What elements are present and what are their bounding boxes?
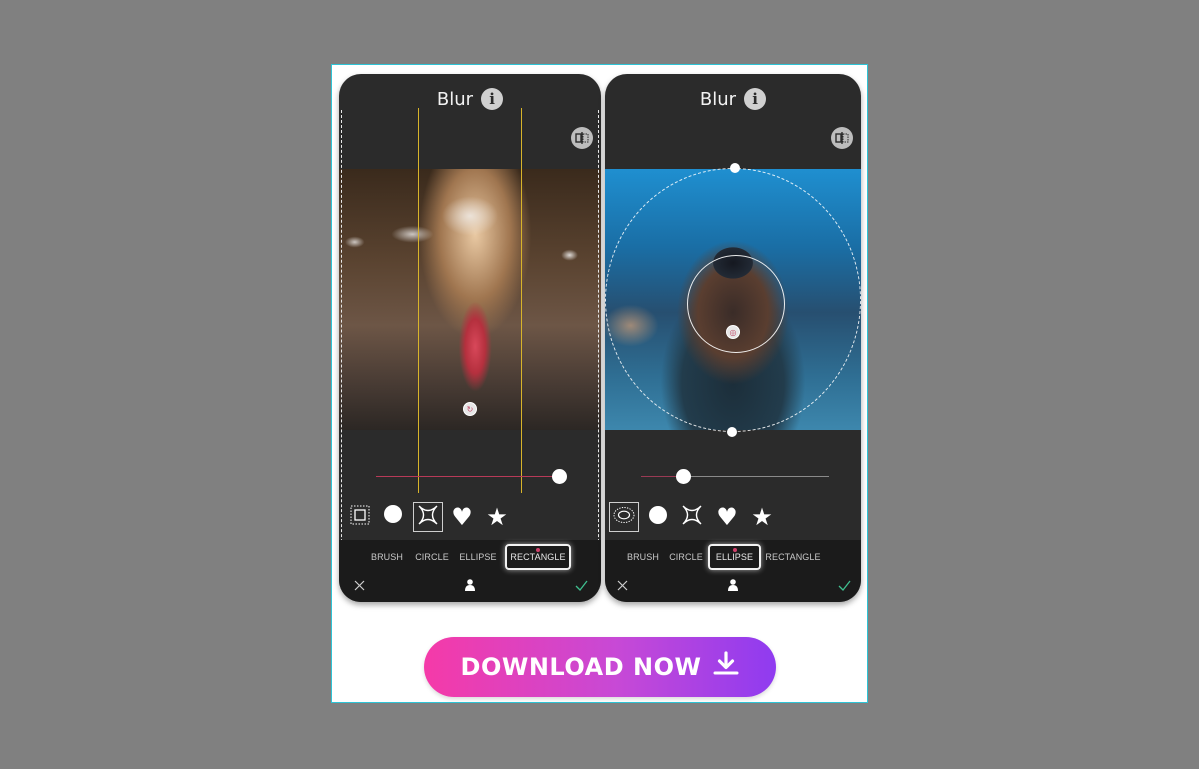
sparkle-icon <box>417 504 439 530</box>
sparkle-shape[interactable] <box>413 502 443 532</box>
heart-icon: ♥ <box>716 503 738 531</box>
action-row <box>339 574 601 596</box>
tab-label: ELLIPSE <box>459 552 497 562</box>
person-icon[interactable] <box>725 574 741 596</box>
active-tab-dot <box>732 548 737 552</box>
tab-ellipse[interactable]: ELLIPSE <box>457 544 499 570</box>
tab-brush[interactable]: BRUSH <box>623 544 663 570</box>
download-icon <box>713 651 739 683</box>
ellipse-bottom-handle[interactable] <box>727 427 737 437</box>
screen-title: Blur <box>436 88 474 110</box>
blur-mode-tabs: BRUSH CIRCLE ELLIPSE RECTANGLE <box>339 544 601 570</box>
info-icon[interactable]: i <box>481 88 504 110</box>
blur-strength-track[interactable] <box>376 476 559 477</box>
active-tab-dot <box>536 548 540 552</box>
star-shape[interactable]: ★ <box>482 502 512 532</box>
tab-label: ELLIPSE <box>715 552 754 562</box>
close-icon[interactable] <box>351 574 367 596</box>
blur-strength-track-filled[interactable] <box>641 476 681 477</box>
action-row <box>605 574 861 596</box>
person-icon[interactable] <box>462 574 478 596</box>
photo-dancer: ↻ <box>339 169 601 430</box>
download-now-button[interactable]: DOWNLOAD NOW <box>424 637 776 697</box>
checkmark-icon[interactable] <box>573 574 589 596</box>
download-button-label: DOWNLOAD NOW <box>460 653 702 681</box>
close-icon[interactable] <box>614 574 630 596</box>
promo-card: Blur i ↻ ♥ ★ BRUSH CIRCLE ELLIPSE RECTAN… <box>331 64 868 703</box>
circle-icon <box>383 504 403 530</box>
tab-label: CIRCLE <box>415 552 449 562</box>
tab-circle[interactable]: CIRCLE <box>413 544 451 570</box>
tab-label: BRUSH <box>626 552 659 562</box>
focus-band-right-guide[interactable] <box>521 108 522 493</box>
dotted-ellipse-icon <box>613 506 635 528</box>
tab-label: CIRCLE <box>669 552 703 562</box>
bottom-toolbar: BRUSH CIRCLE ELLIPSE RECTANGLE <box>605 540 861 602</box>
rotate-handle[interactable]: ↻ <box>463 402 477 416</box>
brush-shape[interactable] <box>345 502 375 532</box>
tab-rectangle[interactable]: RECTANGLE <box>505 544 571 570</box>
focus-band-left-guide[interactable] <box>418 108 419 493</box>
shape-picker: ♥ ★ <box>339 502 601 536</box>
blur-strength-knob[interactable] <box>676 469 691 484</box>
phone-screen-ellipse-blur: Blur i ◎ ♥ ★ BRUSH CIRCLE ELLIPSE RECTAN… <box>605 74 861 602</box>
circle-icon <box>648 505 668 529</box>
circle-shape[interactable] <box>378 502 408 532</box>
ellipse-shape[interactable] <box>609 502 639 532</box>
sparkle-shape[interactable] <box>677 502 707 532</box>
sparkle-icon <box>681 504 703 530</box>
tab-label: BRUSH <box>370 552 403 562</box>
tab-label: RECTANGLE <box>765 552 821 562</box>
blur-strength-track[interactable] <box>681 476 829 477</box>
star-icon: ★ <box>486 503 508 531</box>
heart-icon: ♥ <box>451 503 473 531</box>
tab-ellipse[interactable]: ELLIPSE <box>708 544 761 570</box>
phone-screen-rectangle-blur: Blur i ↻ ♥ ★ BRUSH CIRCLE ELLIPSE RECTAN… <box>339 74 601 602</box>
shape-picker: ♥ ★ <box>605 502 861 536</box>
star-shape[interactable]: ★ <box>747 502 777 532</box>
circle-shape[interactable] <box>643 502 673 532</box>
info-icon[interactable]: i <box>744 88 767 110</box>
blur-mode-tabs: BRUSH CIRCLE ELLIPSE RECTANGLE <box>605 544 861 570</box>
tab-brush[interactable]: BRUSH <box>367 544 407 570</box>
tab-rectangle[interactable]: RECTANGLE <box>763 544 823 570</box>
screen-title-row: Blur i <box>339 88 601 110</box>
ellipse-center-handle[interactable]: ◎ <box>726 325 740 339</box>
ellipse-top-handle[interactable] <box>730 163 740 173</box>
tab-circle[interactable]: CIRCLE <box>667 544 705 570</box>
heart-shape[interactable]: ♥ <box>712 502 742 532</box>
bottom-toolbar: BRUSH CIRCLE ELLIPSE RECTANGLE <box>339 540 601 602</box>
blur-strength-knob[interactable] <box>552 469 567 484</box>
dotted-square-icon <box>350 505 370 529</box>
tab-label: RECTANGLE <box>510 552 566 562</box>
compare-split-icon[interactable] <box>571 127 593 149</box>
star-icon: ★ <box>751 503 773 531</box>
screen-title: Blur <box>699 88 737 110</box>
screen-title-row: Blur i <box>605 88 861 110</box>
checkmark-icon[interactable] <box>836 574 852 596</box>
compare-split-icon[interactable] <box>831 127 853 149</box>
heart-shape[interactable]: ♥ <box>447 502 477 532</box>
